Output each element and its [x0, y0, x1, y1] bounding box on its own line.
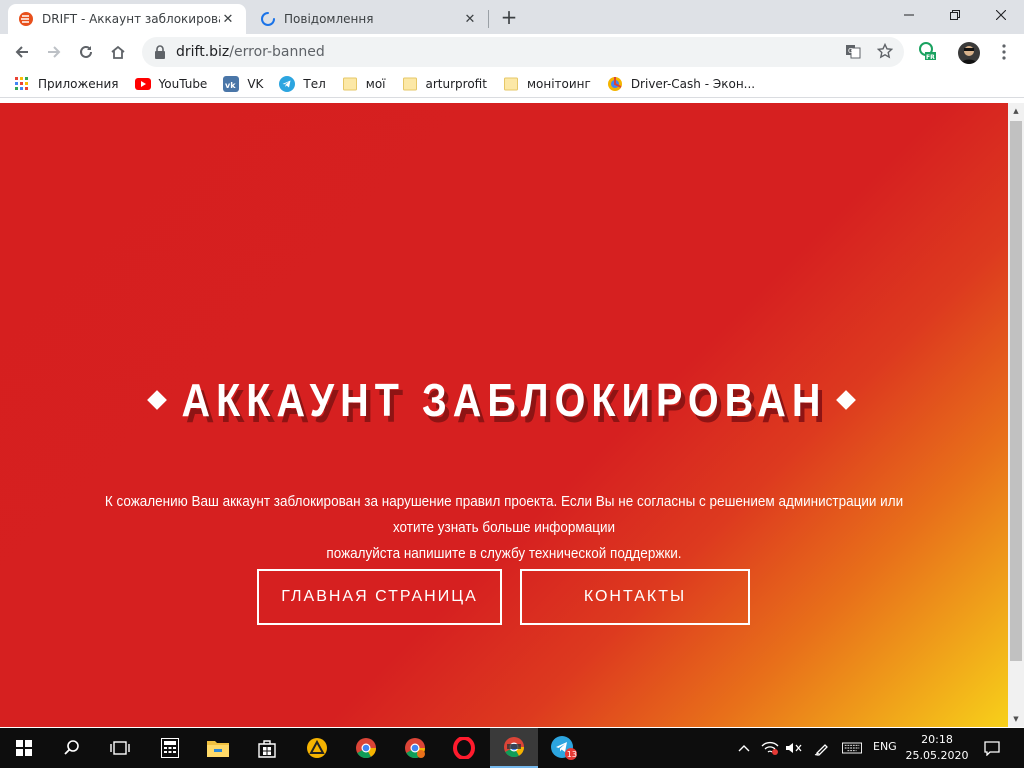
scroll-down-arrow-icon[interactable]: ▼ — [1008, 711, 1024, 727]
volume-muted-icon[interactable] — [784, 738, 804, 758]
bookmark-label: монітоинг — [526, 76, 591, 91]
telegram-unread-badge: 13 — [567, 750, 577, 759]
extension-badge: FR — [926, 54, 935, 61]
bookmark-label: VK — [247, 76, 264, 91]
apps-grid-icon — [14, 76, 30, 92]
scroll-up-arrow-icon[interactable]: ▲ — [1008, 103, 1024, 119]
restore-icon[interactable] — [932, 0, 978, 30]
forward-arrow-icon[interactable] — [40, 38, 68, 66]
chrome-profile-icon[interactable] — [391, 728, 439, 768]
home-icon[interactable] — [104, 38, 132, 66]
language-indicator[interactable]: ENG — [873, 740, 897, 753]
menu-dots-icon[interactable] — [990, 38, 1018, 66]
tab-drift[interactable]: DRIFT - Аккаунт заблокирован ✕ — [8, 4, 246, 34]
file-explorer-icon[interactable] — [194, 728, 242, 768]
bookmark-folder-monitoring[interactable]: монітоинг — [503, 76, 591, 92]
new-tab-button[interactable]: + — [496, 5, 522, 29]
close-tab-icon[interactable]: ✕ — [462, 11, 478, 27]
bookmark-label: arturprofit — [425, 76, 487, 91]
windows-taskbar: 13 ENG 20:18 25.05.2020 — [0, 728, 1024, 768]
home-page-button[interactable]: ГЛАВНАЯ СТРАНИЦА — [257, 569, 502, 625]
bookmark-youtube[interactable]: YouTube — [134, 76, 208, 92]
bookmark-telegram[interactable]: Тел — [279, 75, 326, 92]
youtube-icon — [134, 76, 151, 92]
bookmarks-bar: Приложения YouTube vk VK Тел мої arturpr… — [0, 70, 1024, 98]
telegram-taskbar-icon[interactable]: 13 — [540, 728, 588, 768]
page-title: АККАУНТ ЗАБЛОКИРОВАН — [181, 374, 827, 426]
bookmark-label: мої — [365, 76, 386, 91]
close-window-icon[interactable] — [978, 0, 1024, 30]
loading-spinner-icon — [260, 11, 276, 27]
opera-icon[interactable] — [440, 728, 488, 768]
bookmark-folder-arturprofit[interactable]: arturprofit — [402, 76, 487, 92]
chrome-active-icon[interactable] — [490, 728, 538, 768]
chrome-icon[interactable] — [342, 728, 390, 768]
tab-messages[interactable]: Повідомлення ✕ — [250, 4, 488, 34]
page-viewport: АККАУНТ ЗАБЛОКИРОВАН К сожалению Ваш акк… — [0, 103, 1008, 727]
avatar[interactable] — [958, 42, 980, 64]
bookmark-label: Тел — [303, 76, 326, 91]
contacts-button[interactable]: КОНТАКТЫ — [520, 569, 750, 625]
url-text: drift.biz/error-banned — [176, 44, 325, 60]
clock-time: 20:18 — [921, 733, 953, 746]
bookmark-label: YouTube — [158, 76, 208, 91]
keyboard-icon[interactable] — [842, 738, 862, 758]
folder-icon — [503, 76, 519, 92]
lock-icon — [154, 45, 166, 59]
bookmark-folder-moi[interactable]: мої — [342, 76, 386, 92]
vertical-scrollbar[interactable]: ▲ ▼ — [1008, 103, 1024, 727]
description-line-2: пожалуйста напишите в службу технической… — [326, 545, 682, 562]
address-bar[interactable]: drift.biz/error-banned — [142, 37, 904, 67]
bookmark-vk[interactable]: vk VK — [223, 75, 264, 92]
search-icon[interactable] — [48, 728, 96, 768]
windows-start-icon[interactable] — [0, 728, 48, 768]
url-host: drift.biz — [176, 44, 230, 60]
bookmark-driver-cash[interactable]: Driver-Cash - Экон... — [607, 76, 755, 92]
notifications-icon[interactable] — [982, 738, 1002, 758]
bookmark-star-icon[interactable] — [874, 40, 896, 62]
minimize-icon[interactable] — [886, 0, 932, 30]
description-line-1: К сожалению Ваш аккаунт заблокирован за … — [104, 493, 904, 536]
svg-text:vk: vk — [225, 81, 236, 90]
task-view-icon[interactable] — [96, 728, 144, 768]
svg-text:G: G — [848, 47, 853, 55]
driver-cash-icon — [607, 76, 623, 92]
bookmark-label: Driver-Cash - Экон... — [630, 76, 756, 91]
extension-icon[interactable]: FR — [916, 40, 938, 62]
folder-icon — [402, 76, 418, 92]
close-tab-icon[interactable]: ✕ — [220, 11, 236, 27]
browser-toolbar: drift.biz/error-banned G FR — [0, 34, 1024, 70]
wifi-icon[interactable] — [760, 738, 780, 758]
bookmark-apps[interactable]: Приложения — [14, 76, 119, 92]
pen-icon[interactable] — [812, 738, 832, 758]
calculator-icon[interactable] — [146, 728, 194, 768]
translate-icon[interactable]: G — [842, 40, 864, 62]
vk-icon: vk — [223, 75, 240, 92]
drift-logo-icon — [18, 11, 34, 27]
tab-strip: DRIFT - Аккаунт заблокирован ✕ Повідомле… — [0, 0, 1024, 34]
bookmark-label: Приложения — [38, 76, 119, 91]
telegram-icon — [279, 75, 296, 92]
tab-divider — [488, 10, 489, 28]
folder-icon — [342, 76, 358, 92]
app-triangle-icon[interactable] — [293, 728, 341, 768]
tab-title: Повідомлення — [284, 12, 374, 26]
tab-title: DRIFT - Аккаунт заблокирован — [42, 12, 220, 26]
reload-icon[interactable] — [72, 38, 100, 66]
chevron-up-icon[interactable] — [734, 738, 754, 758]
url-path: /error-banned — [229, 44, 325, 60]
clock-date: 25.05.2020 — [905, 749, 969, 762]
back-arrow-icon[interactable] — [8, 38, 36, 66]
system-clock[interactable]: 20:18 25.05.2020 — [904, 732, 970, 764]
scrollbar-thumb[interactable] — [1010, 121, 1022, 661]
ban-description: К сожалению Ваш аккаунт заблокирован за … — [86, 489, 921, 567]
store-icon[interactable] — [243, 728, 291, 768]
